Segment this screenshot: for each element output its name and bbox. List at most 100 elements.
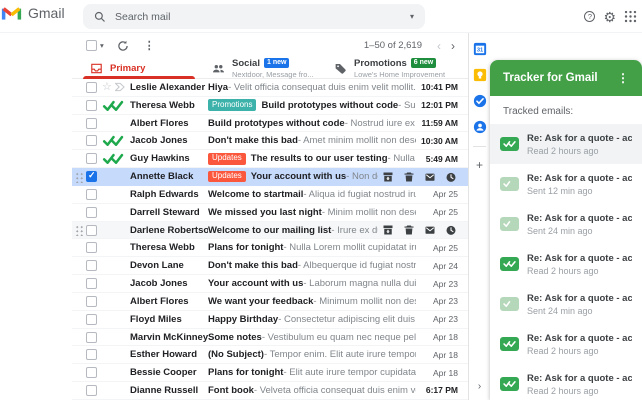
tracked-email-item[interactable]: Re: Ask for a quote - accou… Read 2 hour… [490, 124, 642, 164]
email-time: 6:17 PM [416, 385, 468, 395]
search-options-caret-icon[interactable]: ▾ [410, 12, 414, 21]
email-row[interactable]: Theresa Webb Plans for tonight - Nulla L… [72, 239, 468, 257]
row-checkbox[interactable] [86, 225, 97, 236]
row-checkbox[interactable] [86, 82, 97, 93]
row-checkbox[interactable] [86, 135, 97, 146]
email-row[interactable]: Albert Flores We want your feedback - Mi… [72, 293, 468, 311]
email-time: 5:49 AM [416, 154, 468, 164]
more-options-icon[interactable]: ⋮ [144, 39, 155, 52]
email-time: Apr 24 [416, 261, 468, 271]
tracked-email-item[interactable]: Re: Ask for a quote - accou… Sent 24 min… [490, 284, 642, 324]
row-checkbox[interactable] [86, 171, 97, 182]
email-row[interactable]: Darlene Robertson Welcome to our mailing… [72, 222, 468, 240]
get-addons-button[interactable]: + [476, 159, 483, 171]
keep-icon[interactable] [473, 68, 487, 82]
search-bar[interactable]: Search mail ▾ [83, 4, 425, 29]
email-row[interactable]: Devon Lane Don't make this bad - Albeque… [72, 257, 468, 275]
search-input[interactable]: Search mail [115, 11, 401, 23]
star-icon[interactable]: ☆ [102, 82, 112, 93]
tracked-email-status: Read 2 hours ago [527, 386, 632, 396]
delete-icon[interactable] [403, 171, 415, 183]
new-count-badge: 6 new [411, 58, 436, 68]
contacts-icon[interactable] [473, 120, 487, 134]
email-row[interactable]: Annette Black Updates Your account with … [72, 168, 468, 186]
collapse-side-panel-icon[interactable]: › [478, 381, 481, 400]
tracked-email-item[interactable]: Re: Ask for a quote - accou… Sent 24 min… [490, 204, 642, 244]
email-row[interactable]: Darrell Steward We missed you last night… [72, 204, 468, 222]
email-row[interactable]: Dianne Russell Font book - Velveta offic… [72, 382, 468, 400]
side-panel-strip: 31 + › [469, 33, 490, 400]
tab-social[interactable]: Social 1 new Nextdoor, Message fro... [205, 58, 327, 78]
snooze-icon[interactable] [445, 171, 457, 183]
tracker-menu-icon[interactable]: ⋮ [617, 71, 629, 85]
older-page-chevron-icon[interactable]: ‹ [437, 40, 441, 52]
email-subject: Don't make this bad [208, 260, 298, 271]
row-checkbox[interactable] [86, 332, 97, 343]
row-checkbox[interactable] [86, 189, 97, 200]
refresh-icon[interactable] [117, 40, 129, 52]
email-sender: Devon Lane [130, 260, 208, 271]
drag-handle-icon[interactable] [75, 224, 84, 236]
archive-icon[interactable] [382, 171, 394, 183]
email-row[interactable]: Jacob Jones Your account with us - Labor… [72, 275, 468, 293]
select-all-checkbox[interactable] [86, 40, 97, 51]
row-checkbox[interactable] [86, 118, 97, 129]
email-row[interactable]: Bessie Cooper Plans for tonight - Elit a… [72, 364, 468, 382]
row-checkbox[interactable] [86, 367, 97, 378]
email-row[interactable]: Albert Flores Build prototypes without c… [72, 115, 468, 133]
row-checkbox[interactable] [86, 314, 97, 325]
email-row[interactable]: Floyd Miles Happy Birthday - Consectetur… [72, 311, 468, 329]
newer-page-chevron-icon[interactable]: › [451, 40, 455, 52]
email-subject: Build prototypes without code [208, 118, 345, 129]
gmail-logo[interactable]: Gmail [1, 5, 65, 21]
email-snippet: - Minim mollit non deserunt ullamco est … [322, 207, 416, 218]
select-caret-icon[interactable]: ▾ [100, 41, 104, 50]
tracked-email-item[interactable]: Re: Ask for a quote - accou… Sent 12 min… [490, 164, 642, 204]
delete-icon[interactable] [403, 224, 415, 236]
tracker-panel: Tracker for Gmail ⋮ Tracked emails: Re: … [490, 60, 642, 400]
top-header: Gmail Search mail ▾ ? ⚙ [0, 0, 642, 33]
email-row[interactable]: ☆ Leslie Alexander Hiya - Velit officia … [72, 79, 468, 97]
row-checkbox[interactable] [86, 100, 97, 111]
email-snippet: - Albequerque id fugiat nostrud irure ex… [298, 260, 416, 271]
email-row[interactable]: Marvin McKinney Some notes - Vestibulum … [72, 329, 468, 347]
tasks-icon[interactable] [473, 94, 487, 108]
row-checkbox[interactable] [86, 207, 97, 218]
mark-read-icon[interactable] [424, 171, 436, 183]
email-list: ☆ Leslie Alexander Hiya - Velit officia … [72, 79, 468, 400]
tracked-email-item[interactable]: Re: Ask for a quote - accou… Read 2 hour… [490, 364, 642, 400]
row-checkbox[interactable] [86, 349, 97, 360]
row-checkbox[interactable] [86, 242, 97, 253]
email-row[interactable]: Ralph Edwards Welcome to startmail - Ali… [72, 186, 468, 204]
calendar-icon[interactable]: 31 [473, 42, 487, 56]
tracked-email-item[interactable]: Re: Ask for a quote - accou… Read 2 hour… [490, 324, 642, 364]
row-checkbox[interactable] [86, 278, 97, 289]
email-row[interactable]: Theresa Webb Promotions Build prototypes… [72, 97, 468, 115]
tracking-status-icon [500, 177, 519, 191]
email-time: Apr 23 [416, 279, 468, 289]
email-sender: Theresa Webb [130, 242, 208, 253]
tab-primary[interactable]: Primary [83, 58, 205, 78]
mark-read-icon[interactable] [424, 224, 436, 236]
tab-promotions[interactable]: Promotions 6 new Lowe's Home Improvement [327, 58, 449, 78]
email-snippet: - Vestibulum eu quam nec neque pellentes… [262, 332, 416, 343]
row-checkbox[interactable] [86, 385, 97, 396]
email-row[interactable]: Jacob Jones Don't make this bad - Amet m… [72, 132, 468, 150]
snooze-icon[interactable] [445, 224, 457, 236]
tracked-email-item[interactable]: Re: Ask for a quote - accou… Read 2 hour… [490, 244, 642, 284]
email-time: 10:41 PM [416, 82, 468, 92]
archive-icon[interactable] [382, 224, 394, 236]
help-icon[interactable]: ? [584, 11, 595, 22]
row-checkbox[interactable] [86, 296, 97, 307]
apps-grid-icon[interactable] [624, 10, 637, 23]
email-snippet: - Aliqua id fugiat nostrud irure ex duis… [303, 189, 416, 200]
row-checkbox[interactable] [86, 260, 97, 271]
importance-marker-icon[interactable] [114, 82, 126, 92]
tracking-status-icon [500, 377, 519, 391]
email-subject: Welcome to startmail [208, 189, 303, 200]
email-row[interactable]: Guy Hawkins Updates The results to our u… [72, 150, 468, 168]
row-checkbox[interactable] [86, 153, 97, 164]
email-row[interactable]: Esther Howard (No Subject) - Tempor enim… [72, 346, 468, 364]
drag-handle-icon[interactable] [75, 171, 84, 183]
settings-gear-icon[interactable]: ⚙ [603, 10, 616, 24]
